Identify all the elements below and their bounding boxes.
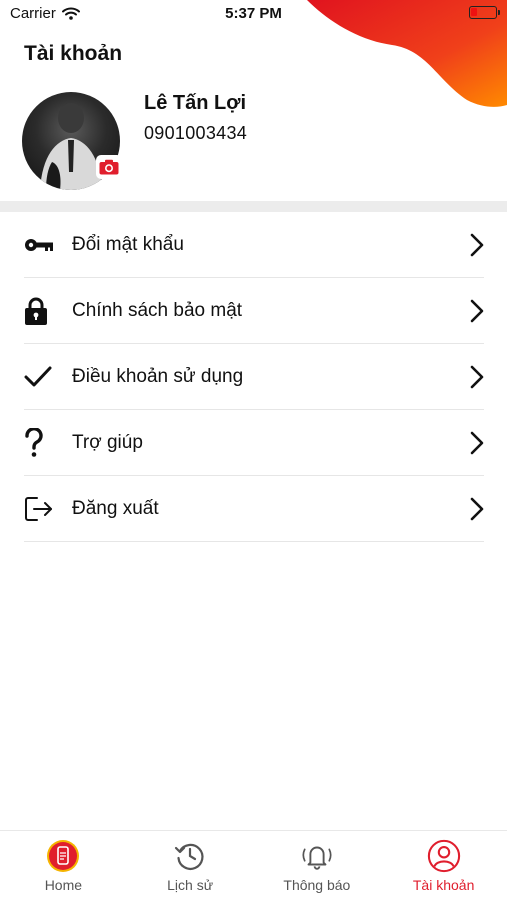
chevron-right-icon — [464, 430, 484, 456]
tab-label-history: Lịch sử — [167, 877, 214, 893]
history-icon — [173, 839, 207, 873]
home-phone-icon — [46, 839, 80, 873]
section-divider — [0, 201, 507, 212]
status-bar: Carrier 5:37 PM — [0, 0, 507, 28]
chevron-right-icon — [464, 364, 484, 390]
account-menu: Đổi mật khẩu Chính sách bảo mật Điều kho… — [24, 212, 484, 542]
menu-item-terms-of-use[interactable]: Điều khoản sử dụng — [24, 344, 484, 410]
chevron-right-icon — [464, 232, 484, 258]
tab-label-home: Home — [44, 877, 83, 893]
bell-icon — [300, 839, 334, 873]
tab-home[interactable]: Home — [0, 831, 127, 900]
menu-label-change-password: Đổi mật khẩu — [72, 233, 184, 255]
menu-label-logout: Đăng xuất — [72, 497, 159, 519]
status-time: 5:37 PM — [225, 5, 282, 22]
user-phone: 0901003434 — [144, 123, 248, 143]
menu-item-change-password[interactable]: Đổi mật khẩu — [24, 212, 484, 278]
checkmark-icon — [24, 359, 60, 395]
menu-label-privacy-policy: Chính sách bảo mật — [72, 299, 243, 321]
question-icon — [24, 425, 60, 461]
tab-label-notifications: Thông báo — [283, 877, 351, 893]
tab-account[interactable]: Tài khoản — [380, 831, 507, 900]
menu-item-help[interactable]: Trợ giúp — [24, 410, 484, 476]
menu-label-help: Trợ giúp — [72, 431, 143, 453]
menu-item-logout[interactable]: Đăng xuất — [24, 476, 484, 542]
logout-icon — [24, 491, 60, 527]
chevron-right-icon — [464, 496, 484, 522]
lock-icon — [24, 293, 60, 329]
key-icon — [24, 227, 60, 263]
tab-history[interactable]: Lịch sử — [127, 831, 254, 900]
account-icon — [427, 839, 461, 873]
menu-label-terms-of-use: Điều khoản sử dụng — [72, 365, 244, 387]
tab-notifications[interactable]: Thông báo — [254, 831, 381, 900]
bottom-tab-bar: Home Lịch sử Thông báo Tài khoản — [0, 830, 507, 900]
battery-icon — [469, 6, 500, 19]
user-name: Lê Tấn Lợi — [144, 92, 247, 114]
tab-label-account: Tài khoản — [412, 877, 475, 893]
camera-icon — [99, 159, 119, 175]
menu-item-privacy-policy[interactable]: Chính sách bảo mật — [24, 278, 484, 344]
page-title: Tài khoản — [24, 42, 123, 65]
chevron-right-icon — [464, 298, 484, 324]
change-avatar-button[interactable] — [96, 155, 122, 179]
